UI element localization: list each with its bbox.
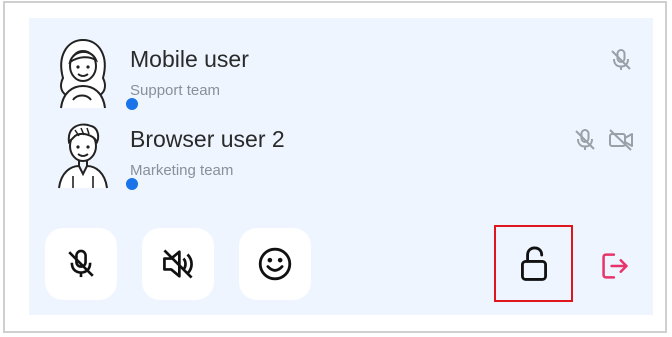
leave-icon [602, 253, 628, 279]
emoji-icon [258, 247, 292, 281]
participant-row: Browser user 2 Marketing team [29, 116, 653, 196]
mute-speaker-button[interactable] [142, 228, 214, 300]
speaker-off-icon [163, 249, 193, 279]
female-avatar-icon [51, 36, 140, 112]
mute-mic-button[interactable] [45, 228, 117, 300]
mic-off-icon [68, 249, 94, 278]
video-off-icon [607, 126, 635, 154]
mic-off-icon [571, 126, 599, 154]
leave-call-button[interactable] [595, 246, 635, 286]
participant-team: Support team [130, 82, 221, 99]
participant-team: Marketing team [130, 162, 234, 179]
unlock-icon [521, 246, 547, 281]
participant-name: Mobile user [130, 46, 249, 72]
participant-row: Mobile user Support team [29, 36, 653, 116]
lock-room-button[interactable] [493, 223, 575, 305]
male-avatar-icon [51, 116, 140, 192]
emoji-reaction-button[interactable] [239, 228, 311, 300]
participant-name: Browser user 2 [130, 126, 285, 152]
call-widget-frame: Mobile user Support team Browser user 2 … [3, 1, 667, 333]
participants-panel: Mobile user Support team Browser user 2 … [29, 18, 653, 315]
mic-off-icon [607, 46, 635, 74]
